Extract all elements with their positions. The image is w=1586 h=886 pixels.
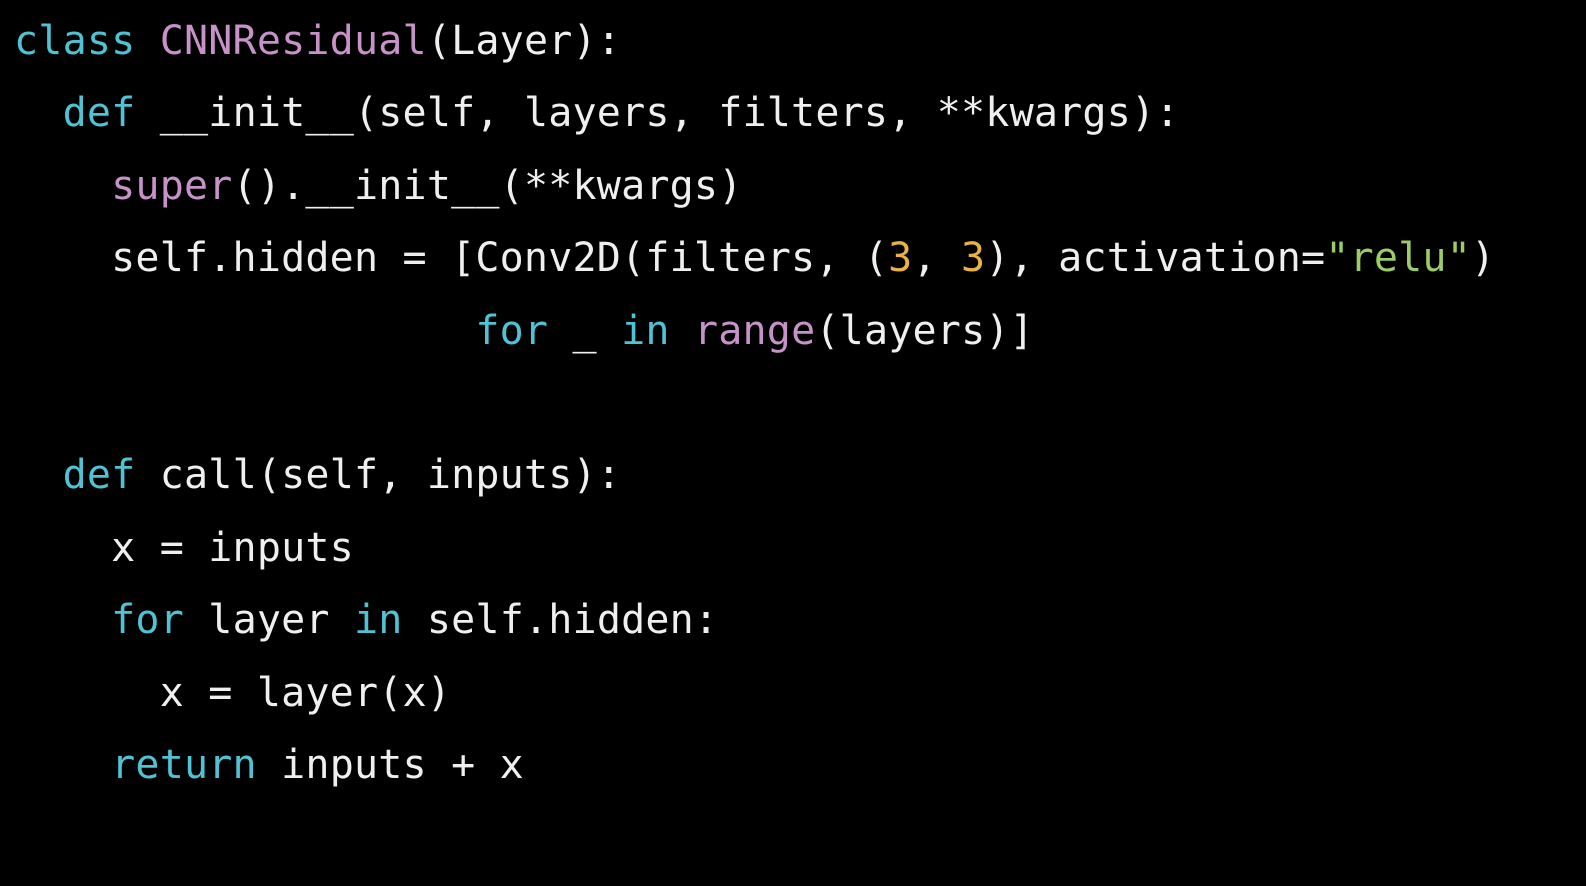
code-line-9: for layer in self.hidden: — [14, 592, 718, 648]
code-token-plain: (Layer): — [426, 18, 622, 64]
code-token-keyword: for — [111, 597, 184, 643]
code-view: class CNNResidual(Layer): def __init__(s… — [0, 0, 1586, 886]
code-token-plain: (layers)] — [815, 308, 1034, 354]
code-token-builtin: super — [111, 163, 233, 209]
code-line-10: x = layer(x) — [14, 665, 451, 721]
code-token-plain: x = inputs — [14, 525, 354, 571]
code-line-1: class CNNResidual(Layer): — [14, 13, 621, 69]
code-token-plain: inputs + x — [256, 742, 524, 788]
code-token-keyword: def — [62, 90, 136, 136]
code-token-builtin: range — [693, 308, 816, 354]
code-token-keyword: in — [621, 308, 670, 354]
code-token-plain: self.hidden: — [402, 597, 719, 643]
code-line-4: self.hidden = [Conv2D(filters, (3, 3), a… — [14, 230, 1495, 286]
code-token-plain: layer — [184, 597, 354, 643]
code-token-keyword: in — [353, 597, 403, 643]
code-token-string: "relu" — [1325, 235, 1471, 281]
code-line-8: x = inputs — [14, 520, 354, 576]
code-token-keyword: for — [475, 308, 549, 354]
code-line-11: return inputs + x — [14, 737, 524, 793]
code-token-number: 3 — [961, 235, 986, 281]
code-token-builtin: CNNResidual — [159, 18, 427, 64]
code-token-plain: self.hidden = [Conv2D(filters, ( — [14, 235, 889, 281]
code-token-keyword: def — [62, 452, 136, 498]
code-line-2: def __init__(self, layers, filters, **kw… — [14, 85, 1180, 141]
code-token-plain: _ — [548, 308, 622, 354]
code-token-number: 3 — [888, 235, 913, 281]
code-token-plain: , — [912, 235, 962, 281]
code-token-plain: x = layer(x) — [14, 670, 452, 716]
code-token-plain: ), activation= — [985, 235, 1326, 281]
code-token-keyword: return — [111, 742, 257, 788]
code-line-5: for _ in range(layers)] — [14, 303, 1034, 359]
code-token-plain: call(self, inputs): — [135, 452, 622, 498]
code-token-plain: ().__init__(**kwargs) — [232, 163, 743, 209]
code-line-7: def call(self, inputs): — [14, 447, 621, 503]
code-token-keyword: class — [14, 18, 160, 64]
code-token-plain: __init__(self, layers, filters, **kwargs… — [135, 90, 1180, 136]
code-token-plain: ) — [1470, 235, 1496, 281]
code-line-3: super().__init__(**kwargs) — [14, 158, 743, 214]
